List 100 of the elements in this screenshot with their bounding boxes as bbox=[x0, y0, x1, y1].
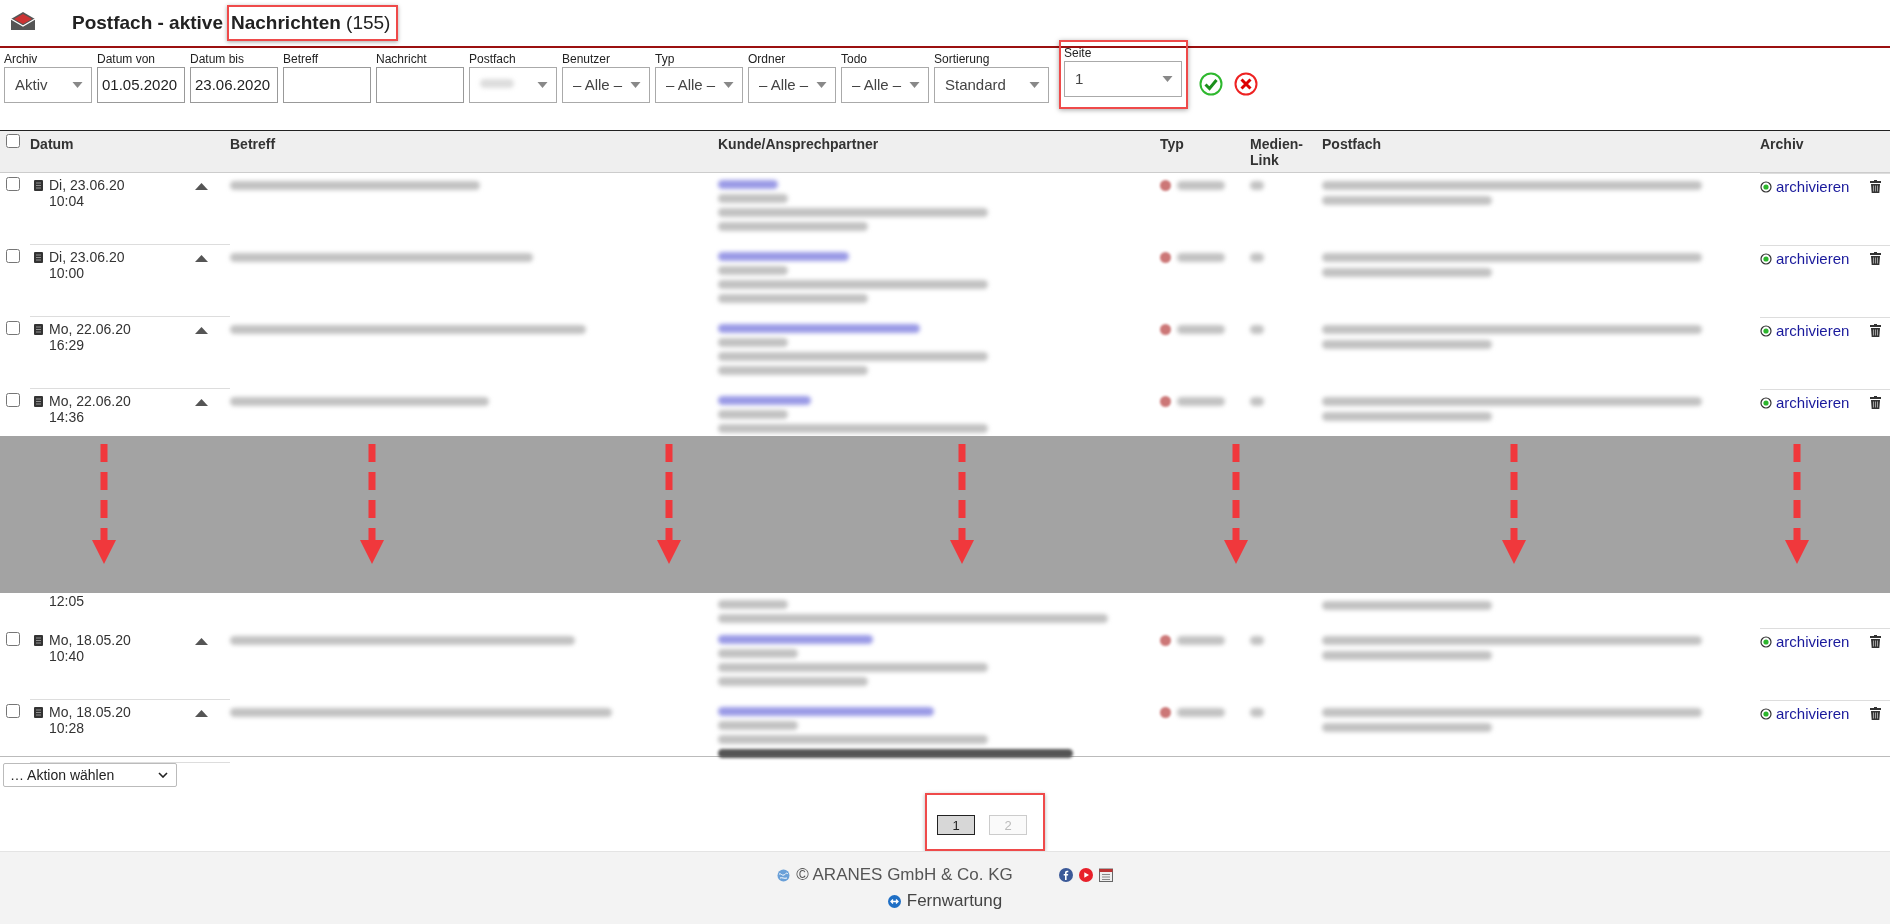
archive-link[interactable]: archivieren bbox=[1776, 177, 1850, 195]
blurred-text bbox=[1250, 636, 1264, 646]
caret-icon bbox=[1029, 81, 1040, 88]
blurred-text bbox=[1177, 180, 1225, 190]
archive-icon bbox=[1760, 708, 1772, 721]
message-date: Di, 23.06.20 bbox=[49, 248, 126, 265]
filter-select[interactable]: – Alle – bbox=[841, 66, 929, 103]
action-select[interactable]: … Aktion wählen bbox=[3, 763, 177, 788]
archive-link[interactable]: archivieren bbox=[1776, 633, 1850, 651]
globe-icon bbox=[777, 868, 791, 882]
blurred-icon bbox=[1160, 635, 1171, 647]
blurred-text bbox=[1250, 324, 1264, 334]
archive-link[interactable]: archivieren bbox=[1776, 393, 1850, 411]
trash-icon[interactable] bbox=[1870, 635, 1882, 649]
expand-icon[interactable] bbox=[195, 398, 208, 406]
archive-icon bbox=[1760, 636, 1772, 649]
message-time: 10:00 bbox=[49, 264, 86, 281]
filter-label: Benutzer bbox=[562, 51, 612, 67]
filter-select[interactable]: – Alle – bbox=[562, 66, 650, 103]
blurred-text bbox=[1250, 252, 1264, 262]
archive-icon bbox=[1760, 180, 1772, 193]
filter-label: Datum bis bbox=[190, 51, 246, 67]
blurred-icon bbox=[1160, 179, 1171, 191]
filter-input[interactable]: 23.06.2020 bbox=[190, 66, 278, 103]
message-time: 10:28 bbox=[49, 720, 86, 737]
message-time: 16:29 bbox=[49, 336, 86, 353]
column-header: Medien-Link bbox=[1250, 135, 1303, 168]
document-icon bbox=[34, 323, 43, 335]
message-date: Di, 23.06.20 bbox=[49, 176, 126, 193]
filter-select[interactable]: – Alle – bbox=[748, 66, 836, 103]
blurred-text bbox=[1177, 324, 1225, 334]
calendar-icon[interactable] bbox=[1098, 868, 1113, 883]
filter-label: Postfach bbox=[469, 51, 517, 67]
youtube-icon[interactable] bbox=[1078, 868, 1093, 883]
filter-label: Ordner bbox=[748, 51, 787, 67]
message-count-title: Nachrichten (155) bbox=[231, 11, 391, 33]
column-header: Postfach bbox=[1322, 135, 1382, 152]
blurred-text bbox=[1177, 708, 1225, 718]
trash-icon[interactable] bbox=[1870, 323, 1882, 337]
column-header: Betreff bbox=[230, 135, 276, 152]
filter-input[interactable] bbox=[376, 66, 464, 103]
blurred-text bbox=[1250, 180, 1264, 190]
archive-link[interactable]: archivieren bbox=[1776, 249, 1850, 267]
page-button[interactable]: 1 bbox=[937, 815, 975, 836]
trash-icon[interactable] bbox=[1870, 395, 1882, 409]
blurred-text bbox=[1177, 396, 1225, 406]
row-checkbox[interactable] bbox=[6, 392, 20, 407]
filter-label: Betreff bbox=[283, 51, 320, 67]
message-time: 14:36 bbox=[49, 408, 86, 425]
page-title: Postfach - aktive bbox=[72, 11, 223, 34]
filter-label: Sortierung bbox=[934, 51, 991, 67]
close-icon[interactable] bbox=[1234, 71, 1258, 96]
trash-icon[interactable] bbox=[1870, 179, 1882, 193]
trash-icon[interactable] bbox=[1870, 707, 1882, 721]
blurred-text bbox=[718, 193, 788, 203]
blurred-icon bbox=[1160, 323, 1171, 335]
row-checkbox[interactable] bbox=[6, 704, 20, 719]
caret-icon bbox=[816, 81, 827, 88]
expand-icon[interactable] bbox=[195, 638, 208, 646]
filter-input[interactable] bbox=[283, 66, 371, 103]
blurred-text bbox=[1250, 396, 1264, 406]
document-icon bbox=[34, 395, 43, 407]
filter-input[interactable]: 01.05.2020 bbox=[97, 66, 185, 103]
blurred-icon bbox=[1160, 251, 1171, 263]
document-icon bbox=[34, 179, 43, 191]
blurred-icon bbox=[1160, 395, 1171, 407]
archive-link[interactable]: archivieren bbox=[1776, 321, 1850, 339]
filter-select[interactable]: Aktiv bbox=[4, 66, 92, 103]
message-date: Mo, 22.06.20 bbox=[49, 320, 132, 337]
expand-icon[interactable] bbox=[195, 710, 208, 718]
expand-icon[interactable] bbox=[195, 326, 208, 334]
message-time: 10:04 bbox=[49, 192, 86, 209]
row-checkbox[interactable] bbox=[6, 320, 20, 335]
blurred-text bbox=[718, 337, 788, 347]
caret-icon bbox=[1162, 75, 1173, 82]
document-icon bbox=[34, 251, 43, 263]
column-header: Datum bbox=[30, 135, 74, 152]
row-checkbox[interactable] bbox=[6, 248, 20, 263]
row-checkbox[interactable] bbox=[6, 632, 20, 647]
row-checkbox[interactable] bbox=[6, 176, 20, 191]
facebook-icon[interactable] bbox=[1058, 868, 1073, 883]
archive-icon bbox=[1760, 396, 1772, 409]
expand-icon[interactable] bbox=[195, 182, 208, 190]
blurred-text bbox=[1177, 252, 1225, 262]
filter-select[interactable]: – Alle – bbox=[655, 66, 743, 103]
select-all-checkbox[interactable] bbox=[6, 133, 20, 148]
remote-support-link[interactable]: Fernwartung bbox=[906, 891, 1003, 912]
document-icon bbox=[34, 635, 43, 647]
filter-label: Nachricht bbox=[376, 51, 428, 67]
check-icon[interactable] bbox=[1199, 71, 1223, 96]
blurred-text bbox=[718, 265, 788, 275]
archive-link[interactable]: archivieren bbox=[1776, 705, 1850, 723]
expand-icon[interactable] bbox=[195, 254, 208, 262]
archive-icon bbox=[1760, 252, 1772, 265]
filter-select[interactable]: Standard bbox=[934, 66, 1049, 103]
trash-icon[interactable] bbox=[1870, 251, 1882, 265]
blurred-text bbox=[1177, 636, 1225, 646]
filter-select[interactable]: 1 bbox=[1064, 60, 1182, 97]
remote-icon bbox=[887, 894, 901, 908]
blurred-text bbox=[718, 409, 788, 419]
